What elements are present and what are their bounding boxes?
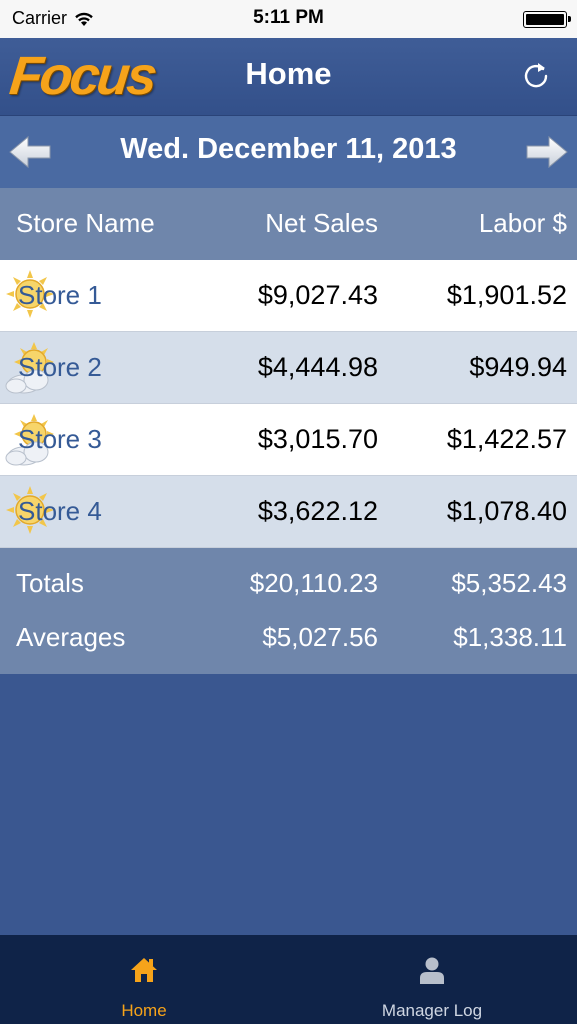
date-label: Wed. December 11, 2013 bbox=[120, 133, 457, 165]
labor-value: $1,078.40 bbox=[446, 496, 567, 526]
totals-section: Totals $20,110.23 $5,352.43 Averages $5,… bbox=[0, 548, 577, 674]
net-sales-value: $9,027.43 bbox=[257, 280, 378, 310]
labor-value: $1,901.52 bbox=[446, 280, 567, 310]
labor-value: $949.94 bbox=[469, 352, 567, 382]
status-time: 5:11 PM bbox=[253, 7, 324, 28]
net-sales-value: $4,444.98 bbox=[257, 352, 378, 382]
refresh-icon[interactable] bbox=[521, 60, 551, 90]
table-row[interactable]: Store 2 $4,444.98 $949.94 bbox=[0, 332, 577, 404]
averages-label: Averages bbox=[16, 622, 126, 652]
nav-bar: Focus Home bbox=[0, 38, 577, 116]
store-link[interactable]: Store 3 bbox=[18, 424, 102, 455]
arrow-right-icon[interactable] bbox=[525, 134, 569, 170]
table-row[interactable]: Store 1 $9,027.43 $1,901.52 bbox=[0, 260, 577, 332]
header-labor: Labor $ bbox=[478, 208, 567, 238]
store-link[interactable]: Store 1 bbox=[18, 280, 102, 311]
page-title: Home bbox=[245, 56, 332, 91]
table-row[interactable]: Store 4 $3,622.12 $1,078.40 bbox=[0, 476, 577, 548]
totals-label: Totals bbox=[16, 568, 84, 598]
tab-manager-log[interactable]: Manager Log bbox=[288, 935, 576, 1024]
averages-labor: $1,338.11 bbox=[453, 622, 567, 652]
totals-net-sales: $20,110.23 bbox=[249, 568, 378, 598]
home-icon bbox=[131, 958, 157, 982]
person-icon bbox=[420, 957, 444, 984]
header-net-sales: Net Sales bbox=[265, 208, 378, 238]
table-header: Store Name Net Sales Labor $ bbox=[0, 188, 577, 260]
tab-home-label: Home bbox=[121, 1001, 167, 1020]
totals-row: Totals $20,110.23 $5,352.43 bbox=[0, 568, 577, 608]
tab-bar: Home Manager Log bbox=[0, 935, 577, 1024]
labor-value: $1,422.57 bbox=[446, 424, 567, 454]
tab-manager-log-label: Manager Log bbox=[381, 1001, 483, 1020]
net-sales-value: $3,015.70 bbox=[257, 424, 378, 454]
averages-row: Averages $5,027.56 $1,338.11 bbox=[0, 622, 577, 662]
tab-home[interactable]: Home bbox=[0, 935, 288, 1024]
table-row[interactable]: Store 3 $3,015.70 $1,422.57 bbox=[0, 404, 577, 476]
net-sales-value: $3,622.12 bbox=[257, 496, 378, 526]
header-store-name: Store Name bbox=[16, 208, 155, 238]
store-link[interactable]: Store 4 bbox=[18, 496, 102, 527]
averages-net-sales: $5,027.56 bbox=[262, 622, 378, 652]
totals-labor: $5,352.43 bbox=[451, 568, 567, 598]
store-link[interactable]: Store 2 bbox=[18, 352, 102, 383]
date-bar: Wed. December 11, 2013 bbox=[0, 116, 577, 188]
status-bar: Carrier 5:11 PM bbox=[0, 0, 577, 38]
battery-icon bbox=[523, 11, 571, 28]
